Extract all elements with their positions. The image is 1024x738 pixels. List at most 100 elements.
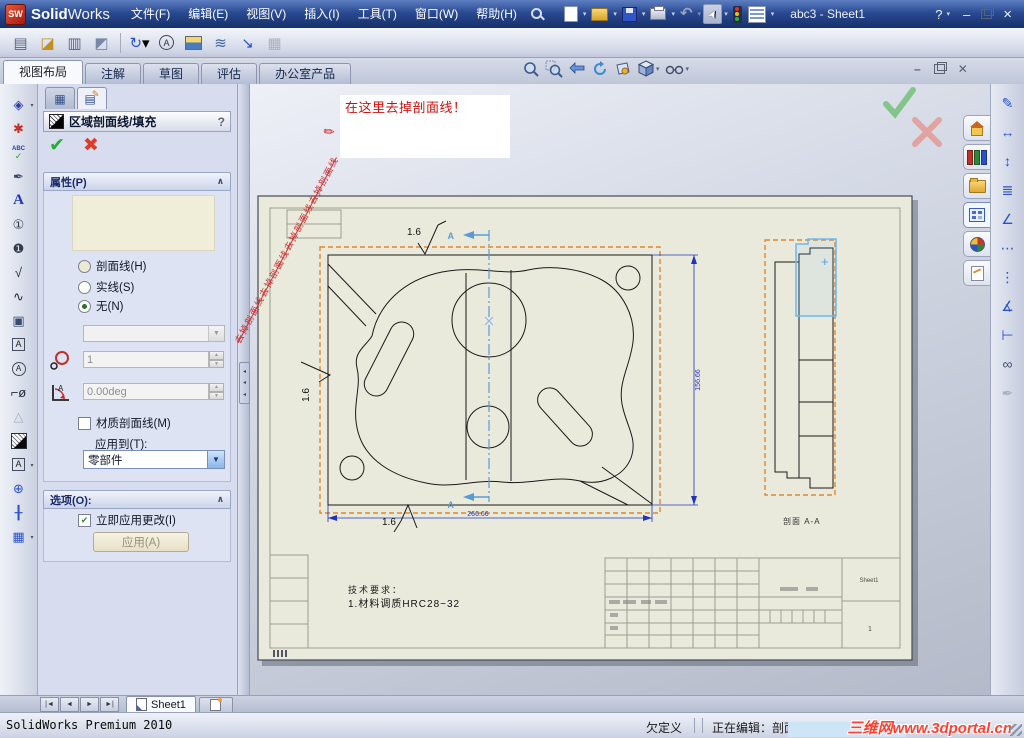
spell-checker-icon[interactable]: ABC ✓ xyxy=(5,141,33,164)
vertical-dimension-icon[interactable]: ↕ xyxy=(995,150,1021,172)
redraw-icon[interactable] xyxy=(591,60,609,78)
print-dropdown-icon[interactable]: ▾ xyxy=(671,10,675,18)
tables-icon[interactable]: ▦ ▾ xyxy=(5,525,33,548)
dim-horizontal-text[interactable]: 266.66 xyxy=(467,511,489,518)
close-button[interactable]: × xyxy=(1003,6,1012,23)
section-view-icon[interactable] xyxy=(181,31,206,55)
save-dropdown-icon[interactable]: ▾ xyxy=(642,10,646,18)
datum-feature-icon[interactable]: A xyxy=(5,333,33,356)
smart-dimension-icon-dropdown[interactable]: ▾ xyxy=(30,102,33,109)
note-icon[interactable]: A xyxy=(5,189,33,212)
new-drawing-view-icon[interactable]: ▤ xyxy=(8,31,33,55)
scale-spinner[interactable]: ▲ ▼ xyxy=(209,351,224,368)
red-note-callout[interactable]: 在这里去掉剖面线！ xyxy=(340,95,510,158)
first-sheet-button[interactable]: |◄ xyxy=(40,696,59,712)
surface-finish-icon[interactable]: √ xyxy=(5,261,33,284)
crop-view-icon[interactable]: ↘ xyxy=(235,31,260,55)
dim-vertical-text[interactable]: 156.66 xyxy=(695,369,702,391)
tables-icon-dropdown[interactable]: ▾ xyxy=(30,534,33,541)
options-button[interactable] xyxy=(745,4,769,25)
balloon-icon[interactable]: ① xyxy=(5,213,33,236)
blocks-icon[interactable]: A ▾ xyxy=(5,453,34,476)
solidworks-resources-tab[interactable] xyxy=(963,115,990,141)
update-view-icon[interactable]: ↻ ▾ xyxy=(127,31,152,55)
highlighted-face[interactable] xyxy=(795,238,837,317)
feature-manager-tab[interactable]: ▦ xyxy=(45,87,75,109)
zoom-to-fit-icon[interactable] xyxy=(522,60,540,78)
hatch-scale-input[interactable] xyxy=(83,351,209,368)
menu-item[interactable]: 文件(F) xyxy=(122,0,179,28)
ordinate-dimension-icon[interactable]: ∠ xyxy=(995,208,1021,230)
blocks-icon-dropdown[interactable]: ▾ xyxy=(30,462,33,469)
previous-view-icon[interactable] xyxy=(568,60,586,78)
appearances-tab[interactable] xyxy=(963,231,990,257)
menu-item[interactable]: 编辑(E) xyxy=(179,0,237,28)
hide-show-items-icon[interactable]: ▾ xyxy=(665,61,690,77)
minimize-button[interactable]: – xyxy=(963,7,970,22)
weld-symbol-icon[interactable]: ∿ xyxy=(5,285,33,308)
child-restore-button[interactable] xyxy=(933,62,947,74)
design-library-tab[interactable] xyxy=(963,144,990,170)
3d-drawing-view-icon[interactable] xyxy=(614,60,632,78)
radio-none[interactable]: 无(N) xyxy=(78,298,123,314)
datum-dimension-icon[interactable]: ⊢ xyxy=(995,324,1021,346)
panel-splitter[interactable]: ◂ ◂ ◂ xyxy=(238,84,250,695)
select-dropdown-icon[interactable]: ▾ xyxy=(724,10,728,18)
hide-show-annotations-icon[interactable]: ∞ xyxy=(995,353,1021,375)
custom-properties-tab[interactable] xyxy=(963,260,990,286)
command-tab[interactable]: 草图 xyxy=(143,63,200,84)
print-button[interactable] xyxy=(647,6,669,22)
auto-balloon-icon[interactable]: ❶ xyxy=(5,237,33,260)
file-explorer-tab[interactable] xyxy=(963,173,990,199)
help-dropdown-icon[interactable]: ▾ xyxy=(946,10,950,18)
apply-button[interactable]: 应用(A) xyxy=(93,532,189,552)
select-button[interactable]: ➤ xyxy=(703,4,723,24)
break-view-icon[interactable]: ≋ xyxy=(208,31,233,55)
properties-group-header[interactable]: 属性(P) ∧ xyxy=(43,172,231,191)
splitter-collapse-handle[interactable]: ◂ ◂ ◂ xyxy=(239,362,250,404)
search-icon[interactable] xyxy=(530,7,545,22)
last-sheet-button[interactable]: ►| xyxy=(100,696,119,712)
prev-sheet-button[interactable]: ◄ xyxy=(60,696,79,712)
apply-immediately-checkbox[interactable]: ✔ xyxy=(78,513,91,527)
datum-target-icon[interactable]: A xyxy=(5,357,33,380)
drawing-sheet[interactable]: A A 156.66 266.66 1.6 1.6 1.6 + 剖面 A-A 技… xyxy=(250,84,990,695)
projected-view-icon[interactable]: ▥ xyxy=(62,31,87,55)
undo-button[interactable]: ↶ xyxy=(677,5,696,23)
graphics-area[interactable]: A A 156.66 266.66 1.6 1.6 1.6 + 剖面 A-A 技… xyxy=(250,84,990,695)
next-sheet-button[interactable]: ► xyxy=(80,696,99,712)
vertical-ordinate-icon[interactable]: ⋮ xyxy=(995,266,1021,288)
options-dropdown-icon[interactable]: ▾ xyxy=(771,10,775,18)
options-group-header[interactable]: 选项(O): ∧ xyxy=(43,490,231,509)
center-mark-icon[interactable]: ⊕ xyxy=(5,477,33,500)
menu-item[interactable]: 窗口(W) xyxy=(406,0,467,28)
menu-item[interactable]: 插入(I) xyxy=(295,0,348,28)
format-painter-icon[interactable]: ✒ xyxy=(5,165,33,188)
update-view-icon-dropdown[interactable]: ▾ xyxy=(142,34,150,52)
sheet-tab[interactable]: Sheet1 xyxy=(126,695,196,713)
radio-solid[interactable]: 实线(S) xyxy=(78,279,134,295)
resize-grip[interactable] xyxy=(1010,724,1022,736)
model-view-icon[interactable]: ◪ xyxy=(35,31,60,55)
apply-to-combo[interactable]: 零部件 ▼ xyxy=(83,450,225,469)
maximize-button[interactable] xyxy=(981,7,995,19)
add-sheet-tab[interactable] xyxy=(198,696,233,712)
horizontal-dimension-icon[interactable]: ↔ xyxy=(995,121,1021,143)
detail-view-icon[interactable]: A xyxy=(154,31,179,55)
smart-dimension-icon[interactable]: ◈ ▾ xyxy=(5,93,34,116)
chamfer-dimension-icon[interactable]: ∡ xyxy=(995,295,1021,317)
rebuild-button[interactable] xyxy=(730,4,745,25)
hide-show-dropdown-icon[interactable]: ▾ xyxy=(686,65,690,73)
view-palette-tab[interactable] xyxy=(963,202,990,228)
hatch-angle-input[interactable] xyxy=(83,383,209,400)
panel-help-icon[interactable]: ? xyxy=(218,115,225,129)
child-minimize-button[interactable]: – xyxy=(914,62,921,76)
ok-check-icon[interactable]: ✔ xyxy=(49,134,65,157)
command-tab[interactable]: 视图布局 xyxy=(3,60,84,84)
radio-hatch[interactable]: 剖面线(H) xyxy=(78,258,146,274)
new-dropdown-icon[interactable]: ▾ xyxy=(583,10,587,18)
radio-solid-circle[interactable] xyxy=(78,280,91,294)
command-tab[interactable]: 评估 xyxy=(201,63,258,84)
command-tab[interactable]: 注解 xyxy=(85,63,142,84)
menu-item[interactable]: 工具(T) xyxy=(349,0,406,28)
